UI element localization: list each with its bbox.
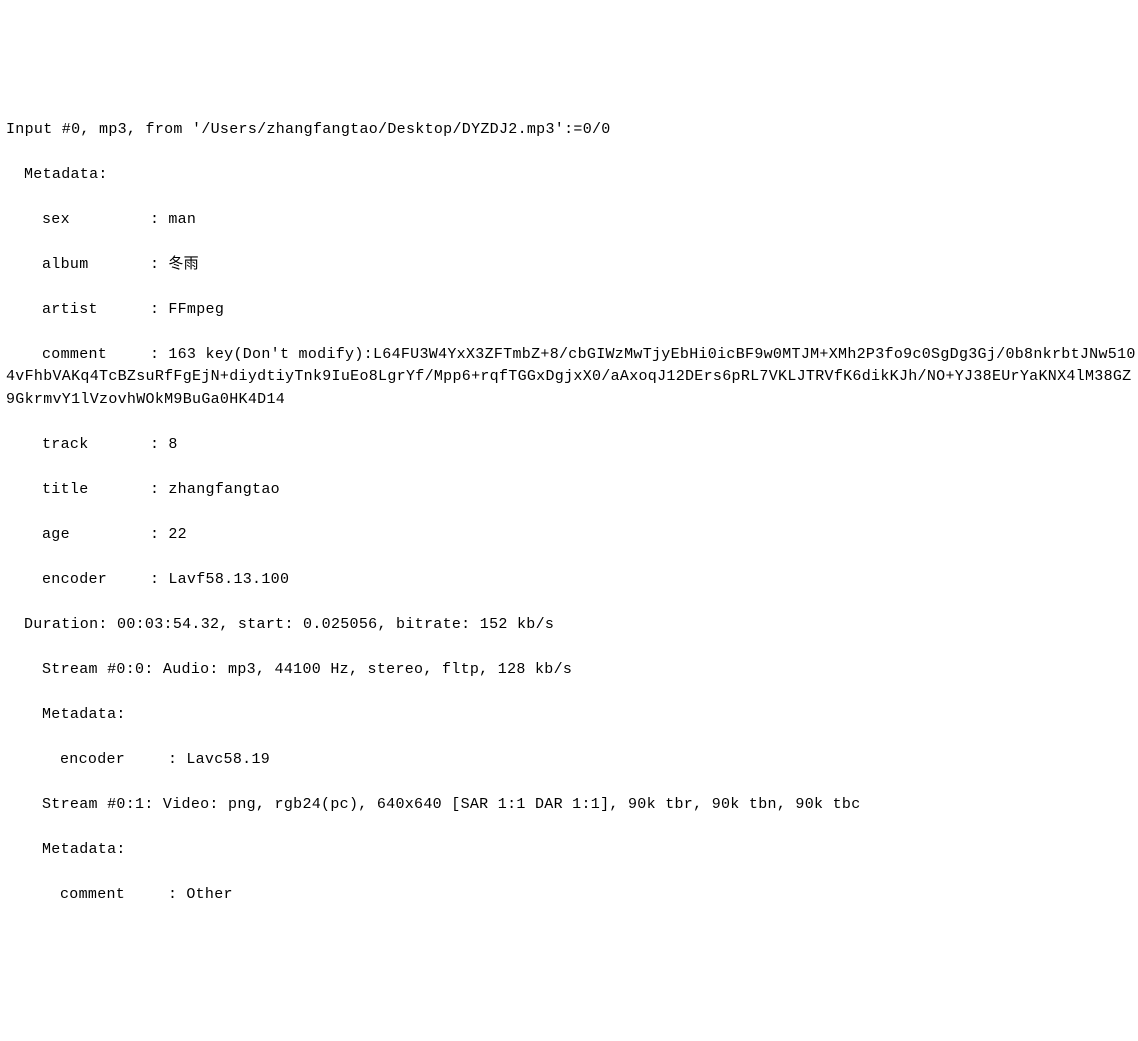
metadata-value: Lavc58.19 [186,749,270,772]
metadata-row-artist: artist:FFmpeg [6,299,1138,322]
duration-line: Duration: 00:03:54.32, start: 0.025056, … [6,614,1138,637]
stream-0-encoder-row: encoder:Lavc58.19 [6,749,1138,772]
stream-0-metadata-header: Metadata: [6,704,1138,727]
metadata-value: zhangfangtao [168,479,280,502]
metadata-value: 8 [168,434,177,457]
metadata-value: 22 [168,524,187,547]
metadata-key: age [6,524,150,547]
stream-1-line: Stream #0:1: Video: png, rgb24(pc), 640x… [6,794,1138,817]
input-line: Input #0, mp3, from '/Users/zhangfangtao… [6,119,1138,142]
metadata-row-title: title:zhangfangtao [6,479,1138,502]
metadata-row-age: age:22 [6,524,1138,547]
metadata-row-sex: sex:man [6,209,1138,232]
metadata-key: encoder [6,749,168,772]
metadata-key: album [6,254,150,277]
stream-0-line: Stream #0:0: Audio: mp3, 44100 Hz, stere… [6,659,1138,682]
metadata-row-album: album:冬雨 [6,254,1138,277]
stream-1-comment-row: comment:Other [6,884,1138,907]
metadata-key: title [6,479,150,502]
metadata-row-track: track:8 [6,434,1138,457]
metadata-key: sex [6,209,150,232]
metadata-header: Metadata: [6,164,1138,187]
ffmpeg-terminal-output: Input #0, mp3, from '/Users/zhangfangtao… [6,96,1138,929]
metadata-value: 冬雨 [168,254,199,277]
metadata-value: Other [186,884,233,907]
metadata-key: track [6,434,150,457]
metadata-key: comment [6,884,168,907]
metadata-value: man [168,209,196,232]
metadata-row-comment: comment:163 key(Don't modify):L64FU3W4Yx… [6,344,1138,412]
metadata-value: FFmpeg [168,299,224,322]
metadata-value: 163 key(Don't modify):L64FU3W4YxX3ZFTmbZ… [6,346,1136,408]
stream-1-metadata-header: Metadata: [6,839,1138,862]
metadata-key: comment [6,344,150,367]
metadata-key: artist [6,299,150,322]
